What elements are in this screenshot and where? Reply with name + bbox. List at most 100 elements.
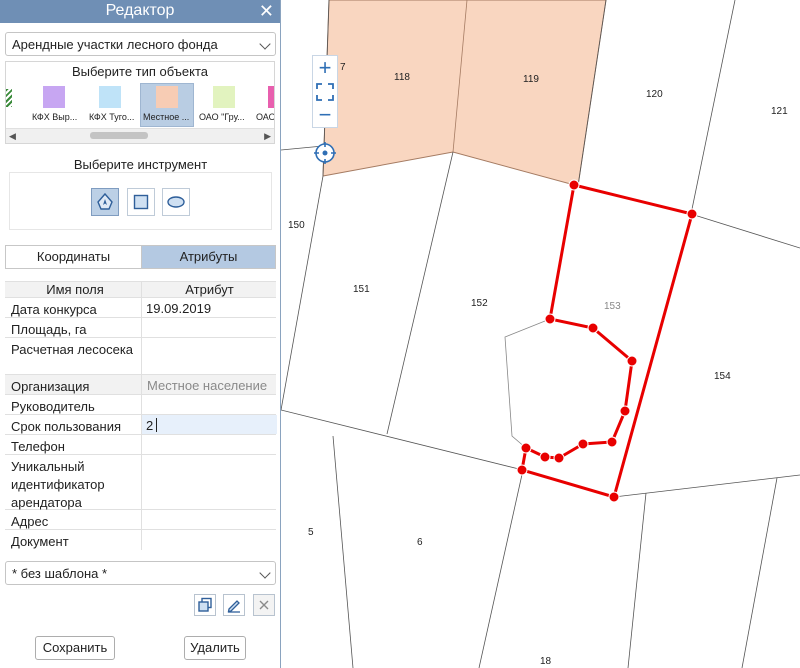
vertex-handle	[577, 438, 589, 450]
object-type-swatch[interactable]	[43, 86, 65, 108]
table-row[interactable]: Срок пользования 2	[5, 415, 277, 435]
delete-button[interactable]: Удалить	[184, 636, 246, 660]
object-type-header: Выберите тип объекта	[71, 64, 209, 79]
object-type-swatch[interactable]	[99, 86, 121, 108]
table-row[interactable]: Организация Местное население	[5, 375, 276, 395]
template-select[interactable]: * без шаблона *	[5, 561, 276, 585]
tab-attributes[interactable]: Атрибуты	[141, 245, 276, 269]
vertex-handle	[606, 436, 618, 448]
attribute-cell[interactable]	[141, 530, 277, 550]
vertex-handle	[626, 355, 638, 367]
parcel-label: 153	[604, 301, 621, 312]
scroll-left-icon[interactable]: ◀	[9, 131, 16, 142]
parcel-label: 150	[288, 220, 305, 231]
scroll-right-icon[interactable]: ▶	[264, 131, 271, 142]
field-name: Телефон	[11, 439, 65, 454]
vertex-handle	[539, 451, 551, 463]
parcel-label: 154	[714, 371, 731, 382]
rectangle-tool-icon	[133, 194, 149, 210]
save-button[interactable]: Сохранить	[35, 636, 115, 660]
tab-coordinates[interactable]: Координаты	[5, 245, 142, 269]
table-row[interactable]: Дата конкурса 19.09.2019	[5, 298, 276, 318]
object-type-label: Местное ...	[143, 112, 190, 122]
edit-button[interactable]	[223, 594, 245, 616]
polygon-tool-button[interactable]	[91, 188, 119, 216]
zoom-in-button[interactable]: +	[314, 57, 336, 79]
close-icon[interactable]: ✕	[259, 0, 274, 22]
ellipse-tool-button[interactable]	[162, 188, 190, 216]
scrollbar-thumb[interactable]	[90, 132, 148, 139]
object-type-label: ОАО "Гру...	[199, 112, 245, 122]
editor-panel: Редактор ✕ Арендные участки лесного фонд…	[0, 0, 281, 668]
parcel-boundary	[741, 477, 778, 668]
object-type-label: ОАО	[256, 112, 275, 122]
attribute-cell[interactable]: 19.09.2019	[141, 298, 277, 317]
attribute-cell[interactable]	[141, 455, 277, 509]
close-icon	[259, 600, 269, 610]
attribute-input[interactable]: 2	[141, 415, 277, 434]
table-row[interactable]: Телефон	[5, 435, 276, 455]
field-name: Площадь, га	[11, 322, 87, 337]
editor-title: Редактор	[105, 2, 175, 19]
object-type-label: КФХ Туго...	[89, 112, 135, 122]
layer-select[interactable]: Арендные участки лесного фонда	[5, 32, 276, 56]
zoom-out-button[interactable]: −	[314, 104, 336, 126]
parcel-boundary	[478, 469, 524, 668]
object-type-swatch[interactable]	[156, 86, 178, 108]
attribute-cell[interactable]	[141, 395, 277, 414]
vertex-handle	[608, 491, 620, 503]
copy-button[interactable]	[194, 594, 216, 616]
object-type-partial-swatch[interactable]	[6, 89, 12, 107]
attribute-cell[interactable]	[141, 435, 277, 454]
chevron-down-icon	[259, 38, 271, 50]
table-row[interactable]: Площадь, га	[5, 318, 276, 338]
parcel-153-inner-boundary	[504, 318, 551, 449]
rectangle-tool-button[interactable]	[127, 188, 155, 216]
parcel-boundary	[690, 0, 736, 215]
attribute-value: 2	[146, 418, 154, 433]
object-type-swatch[interactable]	[213, 86, 235, 108]
table-row[interactable]: Документ	[5, 530, 276, 550]
ellipse-tool-icon	[167, 196, 185, 208]
parcel-label: 118	[394, 72, 410, 83]
horizontal-scrollbar[interactable]: ◀ ▶	[6, 128, 274, 143]
field-name: Дата конкурса	[11, 302, 97, 317]
map-view[interactable]: 7 118 119 120 121 150 151 152 153 154 5 …	[281, 0, 800, 668]
vertex-handle	[520, 442, 532, 454]
parcel-label: 120	[646, 89, 663, 100]
zoom-extent-button[interactable]	[314, 81, 336, 103]
parcel-boundary	[332, 435, 354, 668]
table-row[interactable]: Расчетная лесосека	[5, 338, 276, 375]
table-row[interactable]: Адрес	[5, 510, 276, 530]
column-header-field: Имя поля	[46, 282, 104, 297]
attribute-value: Местное население	[147, 378, 268, 393]
edited-parcel-outline	[520, 183, 694, 499]
clear-button[interactable]	[253, 594, 275, 616]
field-name: Уникальный идентификатор арендатора	[11, 459, 105, 510]
parcel-map[interactable]	[281, 0, 800, 668]
attribute-cell[interactable]	[141, 510, 277, 529]
vertex-handle	[686, 208, 698, 220]
copy-icon	[198, 597, 212, 612]
chevron-down-icon	[259, 567, 271, 579]
table-row[interactable]: Руководитель	[5, 395, 276, 415]
parcel-label: 119	[523, 74, 539, 85]
attribute-cell[interactable]	[141, 338, 277, 374]
attribute-cell[interactable]	[141, 318, 277, 337]
field-name: Адрес	[11, 514, 49, 529]
object-type-swatch[interactable]	[268, 86, 274, 108]
editor-titlebar: Редактор ✕	[0, 0, 280, 23]
table-row[interactable]: Уникальный идентификатор арендатора	[5, 455, 276, 510]
attribute-cell[interactable]: Местное население	[141, 375, 277, 394]
field-name: Руководитель	[11, 399, 95, 414]
field-name: Расчетная лесосека	[11, 342, 134, 357]
vertex-handle	[587, 322, 599, 334]
parcel-boundary	[613, 474, 800, 498]
vertex-handle	[568, 179, 580, 191]
object-type-label: КФХ Выр...	[32, 112, 78, 122]
parcel-boundary	[281, 175, 324, 411]
column-header-cell: Атрибут	[141, 282, 277, 297]
parcel-label: 7	[340, 62, 346, 73]
locate-button[interactable]	[313, 141, 337, 165]
parcel-label: 5	[308, 527, 314, 538]
